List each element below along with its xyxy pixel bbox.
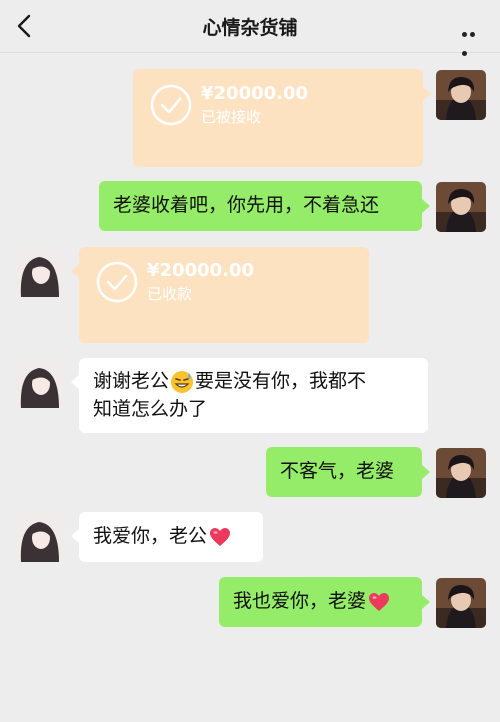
message-bubble-sent[interactable]: 我也爱你，老婆: [219, 577, 422, 627]
avatar-contact[interactable]: [15, 247, 65, 297]
message-text: 我爱你，老公: [93, 525, 208, 547]
avatar-self[interactable]: [436, 182, 486, 232]
check-circle-icon: [96, 261, 138, 303]
transfer-amount: ¥20000.00: [147, 260, 255, 281]
chat-title: 心情杂货铺: [202, 17, 298, 39]
message-text: 不客气，老婆: [280, 460, 395, 482]
red-heart-emoji: [369, 592, 390, 611]
message-text: 我也爱你，老婆: [233, 590, 367, 612]
message-line: 谢谢老公 要是没有你，我都不: [93, 367, 414, 395]
message-text: 要是没有你，我都不: [195, 370, 367, 392]
avatar-self[interactable]: [436, 448, 486, 498]
transfer-card-sent[interactable]: ¥20000.00 已被接收: [133, 69, 423, 167]
message-text: 谢谢老公: [93, 370, 170, 392]
avatar-contact[interactable]: [15, 512, 65, 562]
chat-header: 心情杂货铺: [0, 0, 500, 56]
message-line: 知道怎么办了: [93, 398, 208, 420]
bubble-tail: [71, 375, 79, 389]
message-bubble-received[interactable]: 谢谢老公 要是没有你，我都不 知道怎么办了: [79, 358, 428, 433]
message-bubble-sent[interactable]: 老婆收着吧，你先用，不着急还: [99, 181, 422, 231]
transfer-card-received[interactable]: ¥20000.00 已收款: [79, 247, 369, 343]
bubble-tail: [423, 87, 431, 101]
transfer-status: 已收款: [147, 285, 193, 303]
red-heart-emoji: [210, 527, 231, 546]
message-bubble-sent[interactable]: 不客气，老婆: [266, 447, 422, 497]
bubble-tail: [71, 529, 79, 543]
message-bubble-received[interactable]: 我爱你，老公: [79, 512, 263, 562]
bubble-tail: [422, 465, 430, 479]
more-icon[interactable]: [462, 22, 484, 56]
transfer-status: 已被接收: [201, 108, 262, 126]
avatar-self[interactable]: [436, 70, 486, 120]
grinning-sweat-emoji: [171, 370, 194, 393]
bubble-tail: [422, 199, 430, 213]
bubble-tail: [422, 595, 430, 609]
avatar-contact[interactable]: [15, 358, 65, 408]
avatar-self[interactable]: [436, 578, 486, 628]
message-text: 老婆收着吧，你先用，不着急还: [113, 194, 380, 216]
bubble-tail: [71, 264, 79, 278]
transfer-amount: ¥20000.00: [201, 83, 309, 104]
check-circle-icon: [150, 84, 192, 126]
